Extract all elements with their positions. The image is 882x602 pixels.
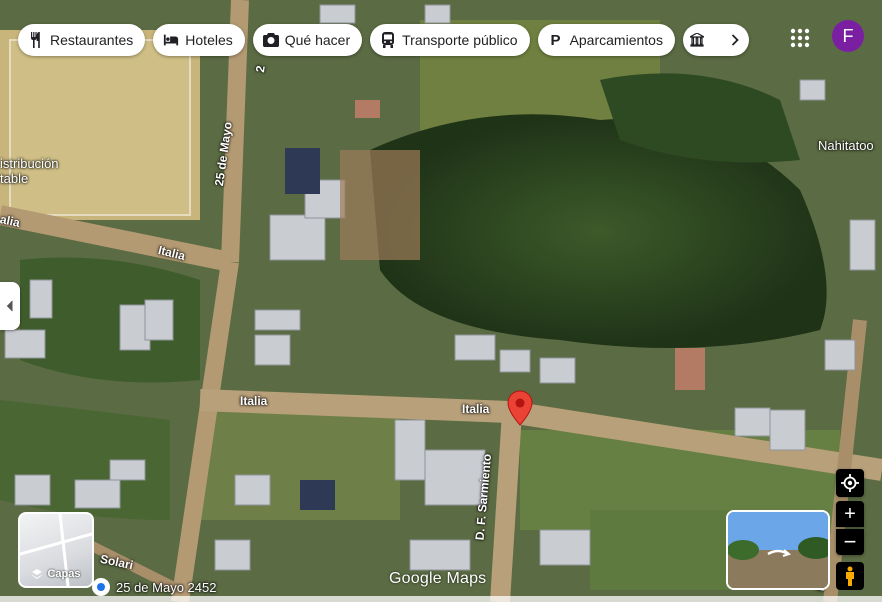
plus-icon: + (844, 502, 856, 525)
parking-icon: P (550, 31, 561, 49)
layers-icon (32, 569, 43, 579)
museum-icon (689, 32, 705, 48)
chip-label: Hoteles (185, 32, 233, 48)
my-location-button[interactable] (836, 469, 864, 497)
chip-more[interactable] (682, 24, 749, 56)
bus-icon (380, 32, 396, 48)
side-panel-toggle[interactable] (0, 282, 20, 330)
chip-transit[interactable]: Transporte público (370, 24, 530, 56)
zoom-out-button[interactable]: − (836, 529, 864, 555)
pegman-icon (846, 566, 854, 586)
chip-label: Restaurantes (50, 32, 134, 48)
fork-knife-icon (28, 32, 44, 48)
street-view-circle-icon (92, 578, 110, 596)
chip-label: Aparcamientos (569, 32, 663, 48)
chevron-right-icon[interactable] (727, 32, 743, 48)
apps-grid-icon[interactable] (788, 26, 812, 50)
chevron-left-icon (6, 300, 13, 312)
camera-icon (262, 32, 279, 48)
address-text: 25 de Mayo 2452 (116, 579, 217, 595)
layers-button[interactable]: Capas (18, 512, 94, 588)
minus-icon: − (843, 529, 857, 554)
chip-parking[interactable]: P Aparcamientos (537, 24, 675, 56)
street-view-pegman[interactable] (836, 562, 864, 590)
street-label-italia-lower: Italia (240, 394, 268, 408)
street-view-preview (728, 512, 828, 588)
attribution-bar (0, 596, 882, 602)
poi-label-distribution[interactable]: istribución table (0, 156, 59, 186)
street-view-address[interactable]: 25 de Mayo 2452 (92, 578, 216, 596)
location-marker[interactable] (507, 390, 533, 426)
chip-hotels[interactable]: Hoteles (153, 24, 245, 56)
poi-label-nahitatoo[interactable]: Nahitatoo (818, 138, 874, 153)
account-avatar[interactable]: F (832, 20, 864, 52)
layers-label-row: Capas (20, 568, 92, 580)
layers-label: Capas (47, 568, 81, 580)
street-view-thumbnail[interactable] (726, 510, 830, 590)
category-chip-bar: Restaurantes Hoteles Qué hacer Transport… (18, 24, 749, 56)
chip-label: Qué hacer (284, 32, 351, 48)
zoom-in-button[interactable]: + (836, 501, 864, 527)
google-maps-logo: Google Maps (389, 570, 487, 587)
chip-things-to-do[interactable]: Qué hacer (252, 24, 363, 56)
chip-label: Transporte público (402, 32, 518, 48)
crosshair-icon (841, 474, 859, 492)
bed-icon (163, 32, 179, 48)
chip-restaurants[interactable]: Restaurantes (18, 24, 146, 56)
street-label-italia-center: Italia (462, 402, 490, 416)
